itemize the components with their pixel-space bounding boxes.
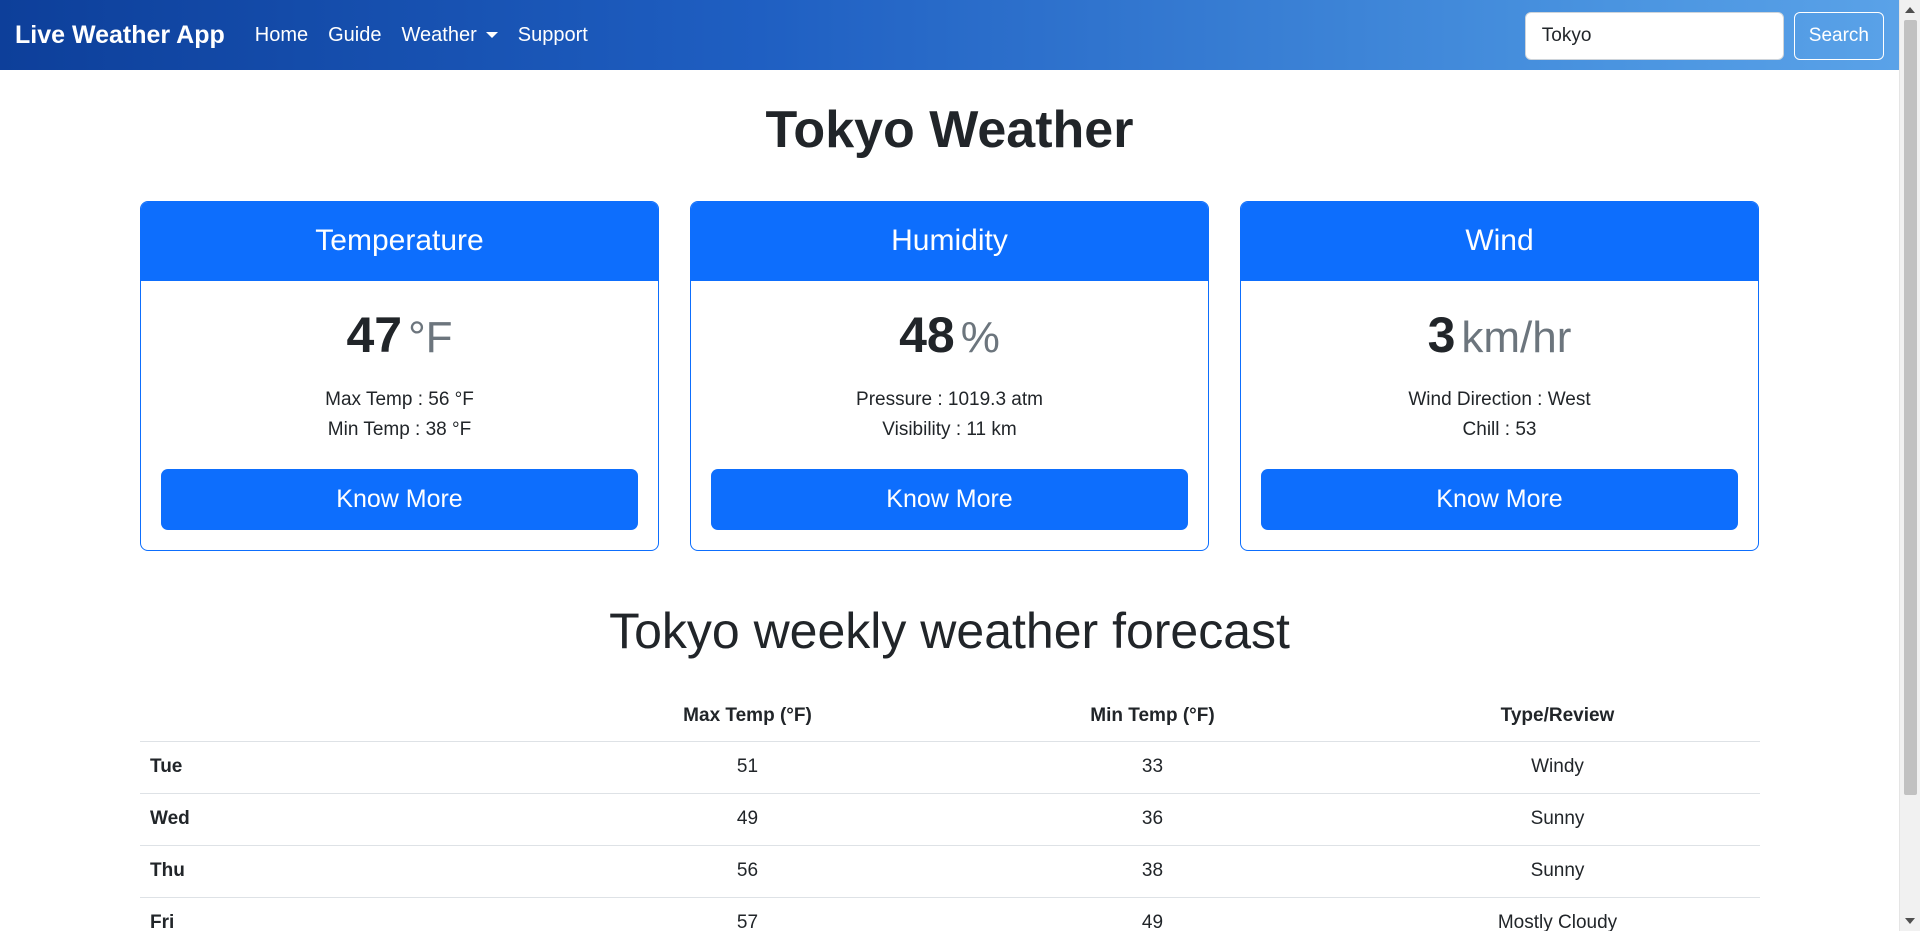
forecast-table-body: Tue 51 33 Windy Wed 49 36 Sunny Thu 56 3…	[140, 741, 1760, 931]
humidity-value-row: 48%	[691, 303, 1208, 370]
temperature-know-more-button[interactable]: Know More	[161, 469, 638, 530]
caret-down-icon	[485, 32, 498, 38]
nav-dropdown-weather-label: Weather	[401, 23, 477, 46]
row-day: Fri	[140, 897, 545, 931]
humidity-details: Pressure : 1019.3 atm Visibility : 11 km	[691, 385, 1208, 445]
row-min-temp: 36	[950, 793, 1355, 846]
wind-details: Wind Direction : West Chill : 53	[1241, 385, 1758, 445]
min-temp-text: Min Temp : 38 °F	[327, 419, 472, 440]
forecast-header-row: Max Temp (°F) Min Temp (°F) Type/Review	[140, 691, 1760, 742]
scroll-down-arrow-icon[interactable]	[1905, 918, 1915, 924]
search-input[interactable]	[1524, 12, 1784, 60]
chill-text: Chill : 53	[1462, 419, 1537, 440]
row-min-temp: 49	[950, 897, 1355, 931]
search-button[interactable]: Search	[1793, 12, 1884, 60]
temperature-value: 47	[346, 307, 403, 363]
row-type: Sunny	[1355, 845, 1760, 898]
row-min-temp: 38	[950, 845, 1355, 898]
header-max-temp: Max Temp (°F)	[545, 691, 950, 742]
forecast-title: Tokyo weekly weather forecast	[609, 603, 1290, 659]
humidity-know-more-button[interactable]: Know More	[711, 469, 1188, 530]
wind-know-more-button[interactable]: Know More	[1261, 469, 1738, 530]
forecast-table: Max Temp (°F) Min Temp (°F) Type/Review …	[140, 691, 1760, 931]
scroll-up-arrow-icon[interactable]	[1905, 7, 1915, 13]
visibility-text: Visibility : 11 km	[882, 419, 1017, 440]
row-type: Sunny	[1355, 793, 1760, 846]
pressure-text: Pressure : 1019.3 atm	[856, 389, 1043, 410]
row-type: Windy	[1355, 741, 1760, 794]
table-row: Tue 51 33 Windy	[140, 741, 1760, 794]
wind-direction-text: Wind Direction : West	[1408, 389, 1591, 410]
wind-value-row: 3 km/hr	[1241, 303, 1758, 370]
brand-logo[interactable]: Live Weather App	[15, 21, 225, 50]
temperature-details: Max Temp : 56 °F Min Temp : 38 °F	[141, 385, 658, 445]
table-row: Thu 56 38 Sunny	[140, 845, 1760, 898]
humidity-value: 48	[899, 307, 955, 363]
wind-unit: km/hr	[1461, 313, 1572, 362]
row-max-temp: 49	[545, 793, 950, 846]
nav-link-home[interactable]: Home	[255, 24, 308, 47]
row-day: Wed	[140, 793, 545, 846]
humidity-card: Humidity 48% Pressure : 1019.3 atm Visib…	[690, 201, 1209, 551]
max-temp-text: Max Temp : 56 °F	[325, 389, 474, 410]
temperature-value-row: 47 °F	[141, 303, 658, 370]
header-type-review: Type/Review	[1355, 691, 1760, 742]
nav-link-guide[interactable]: Guide	[328, 24, 381, 47]
temperature-unit: °F	[408, 313, 453, 362]
search-form: Search	[1524, 12, 1884, 60]
wind-value: 3	[1427, 307, 1456, 363]
nav-dropdown-weather[interactable]: Weather	[402, 24, 498, 47]
vertical-scrollbar[interactable]	[1899, 0, 1920, 931]
wind-card: Wind 3 km/hr Wind Direction : West Chill …	[1240, 201, 1759, 551]
navbar: Live Weather App Home Guide Weather Supp…	[0, 0, 1899, 70]
humidity-unit: %	[960, 313, 1000, 362]
row-max-temp: 51	[545, 741, 950, 794]
temperature-card: Temperature 47 °F Max Temp : 56 °F Min Te…	[140, 201, 659, 551]
row-max-temp: 57	[545, 897, 950, 931]
row-max-temp: 56	[545, 845, 950, 898]
nav-link-support[interactable]: Support	[518, 24, 588, 47]
page-title: Tokyo Weather	[765, 101, 1134, 159]
card-header-wind: Wind	[1241, 202, 1758, 281]
row-day: Tue	[140, 741, 545, 794]
card-header-temperature: Temperature	[141, 202, 658, 281]
row-type: Mostly Cloudy	[1355, 897, 1760, 931]
forecast-table-head: Max Temp (°F) Min Temp (°F) Type/Review	[140, 691, 1760, 742]
row-day: Thu	[140, 845, 545, 898]
header-day	[140, 691, 545, 742]
header-min-temp: Min Temp (°F)	[950, 691, 1355, 742]
scrollbar-thumb[interactable]	[1904, 20, 1917, 795]
page: Live Weather App Home Guide Weather Supp…	[0, 0, 1920, 931]
row-min-temp: 33	[950, 741, 1355, 794]
card-header-humidity: Humidity	[691, 202, 1208, 281]
table-row: Fri 57 49 Mostly Cloudy	[140, 897, 1760, 931]
table-row: Wed 49 36 Sunny	[140, 793, 1760, 846]
